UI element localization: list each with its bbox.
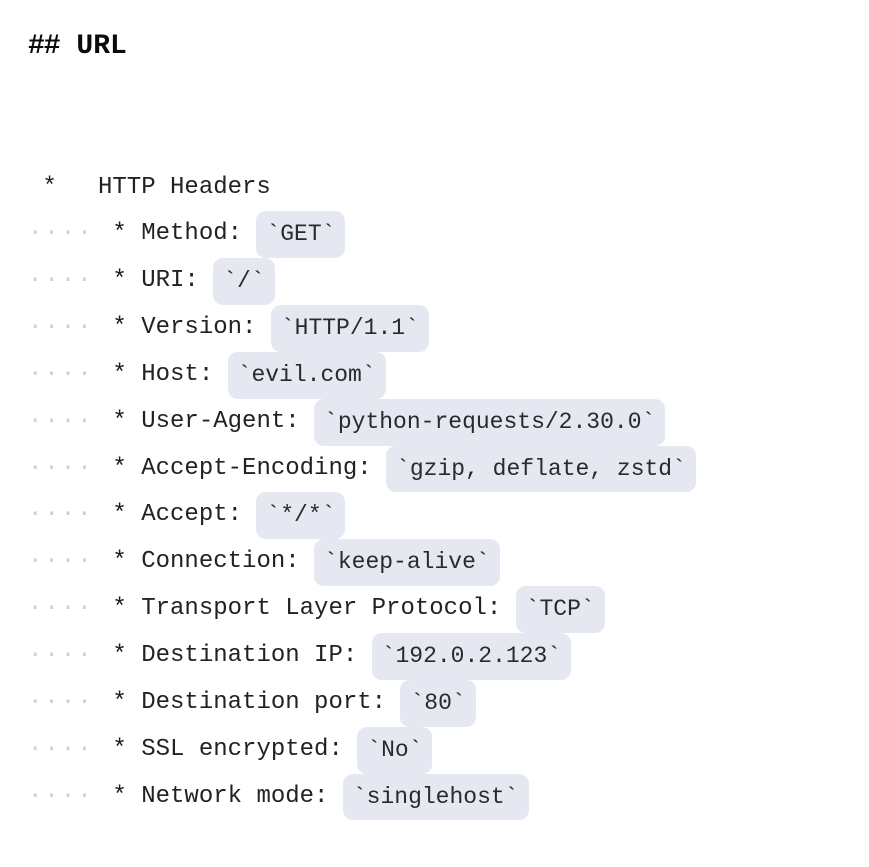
heading-title: URL bbox=[76, 31, 126, 62]
row-label: Transport Layer Protocol: bbox=[141, 586, 515, 633]
indent-dots: ···· bbox=[28, 352, 98, 399]
header-row: ···· * Connection: `keep-alive` bbox=[28, 539, 841, 586]
indent-dots: ···· bbox=[28, 305, 98, 352]
row-label: Host: bbox=[141, 352, 227, 399]
row-bullet: * bbox=[98, 680, 141, 727]
row-value: `evil.com` bbox=[228, 352, 386, 399]
header-rows-container: ···· * Method: `GET`···· * URI: `/`···· … bbox=[28, 211, 841, 820]
row-label: Method: bbox=[141, 211, 256, 258]
row-bullet: * bbox=[98, 633, 141, 680]
row-value: `80` bbox=[400, 680, 475, 727]
indent-dots: ···· bbox=[28, 539, 98, 586]
row-bullet: * bbox=[98, 774, 141, 821]
header-row: ···· * Transport Layer Protocol: `TCP` bbox=[28, 586, 841, 633]
row-value: `python-requests/2.30.0` bbox=[314, 399, 665, 446]
row-value: `/` bbox=[213, 258, 274, 305]
top-bullet: * bbox=[28, 165, 98, 212]
indent-dots: ···· bbox=[28, 727, 98, 774]
row-label: Connection: bbox=[141, 539, 314, 586]
header-row: ···· * Network mode: `singlehost` bbox=[28, 774, 841, 821]
row-bullet: * bbox=[98, 539, 141, 586]
row-label: Destination port: bbox=[141, 680, 400, 727]
row-label: SSL encrypted: bbox=[141, 727, 357, 774]
header-row: ···· * Method: `GET` bbox=[28, 211, 841, 258]
row-bullet: * bbox=[98, 352, 141, 399]
indent-dots: ···· bbox=[28, 258, 98, 305]
row-label: Accept-Encoding: bbox=[141, 446, 386, 493]
section-heading: ## URL bbox=[28, 20, 841, 75]
header-row: ···· * Destination IP: `192.0.2.123` bbox=[28, 633, 841, 680]
row-value: `*/*` bbox=[256, 492, 345, 539]
row-value: `TCP` bbox=[516, 586, 605, 633]
row-value: `HTTP/1.1` bbox=[271, 305, 429, 352]
row-label: User-Agent: bbox=[141, 399, 314, 446]
indent-dots: ···· bbox=[28, 633, 98, 680]
indent-dots: ···· bbox=[28, 446, 98, 493]
header-row: ···· * Accept: `*/*` bbox=[28, 492, 841, 539]
indent-dots: ···· bbox=[28, 586, 98, 633]
header-row: ···· * Accept-Encoding: `gzip, deflate, … bbox=[28, 446, 841, 493]
row-label: URI: bbox=[141, 258, 213, 305]
indent-dots: ···· bbox=[28, 211, 98, 258]
header-row: ···· * Version: `HTTP/1.1` bbox=[28, 305, 841, 352]
top-label: HTTP Headers bbox=[98, 165, 271, 212]
indent-dots: ···· bbox=[28, 399, 98, 446]
row-bullet: * bbox=[98, 399, 141, 446]
row-value: `keep-alive` bbox=[314, 539, 500, 586]
row-value: `singlehost` bbox=[343, 774, 529, 821]
row-label: Network mode: bbox=[141, 774, 343, 821]
row-value: `No` bbox=[357, 727, 432, 774]
heading-hash: ## bbox=[28, 31, 60, 62]
row-bullet: * bbox=[98, 727, 141, 774]
header-row: ···· * Host: `evil.com` bbox=[28, 352, 841, 399]
header-row: ···· * SSL encrypted: `No` bbox=[28, 727, 841, 774]
header-row: ···· * Destination port: `80` bbox=[28, 680, 841, 727]
indent-dots: ···· bbox=[28, 680, 98, 727]
indent-dots: ···· bbox=[28, 774, 98, 821]
header-row: ···· * User-Agent: `python-requests/2.30… bbox=[28, 399, 841, 446]
row-bullet: * bbox=[98, 492, 141, 539]
row-label: Destination IP: bbox=[141, 633, 371, 680]
header-row: ···· * URI: `/` bbox=[28, 258, 841, 305]
row-value: `gzip, deflate, zstd` bbox=[386, 446, 696, 493]
row-bullet: * bbox=[98, 446, 141, 493]
row-label: Accept: bbox=[141, 492, 256, 539]
row-label: Version: bbox=[141, 305, 271, 352]
row-bullet: * bbox=[98, 586, 141, 633]
row-bullet: * bbox=[98, 305, 141, 352]
top-item-row: * HTTP Headers bbox=[28, 165, 841, 212]
row-bullet: * bbox=[98, 258, 141, 305]
row-value: `192.0.2.123` bbox=[372, 633, 571, 680]
row-bullet: * bbox=[98, 211, 141, 258]
indent-dots: ···· bbox=[28, 492, 98, 539]
row-value: `GET` bbox=[256, 211, 345, 258]
